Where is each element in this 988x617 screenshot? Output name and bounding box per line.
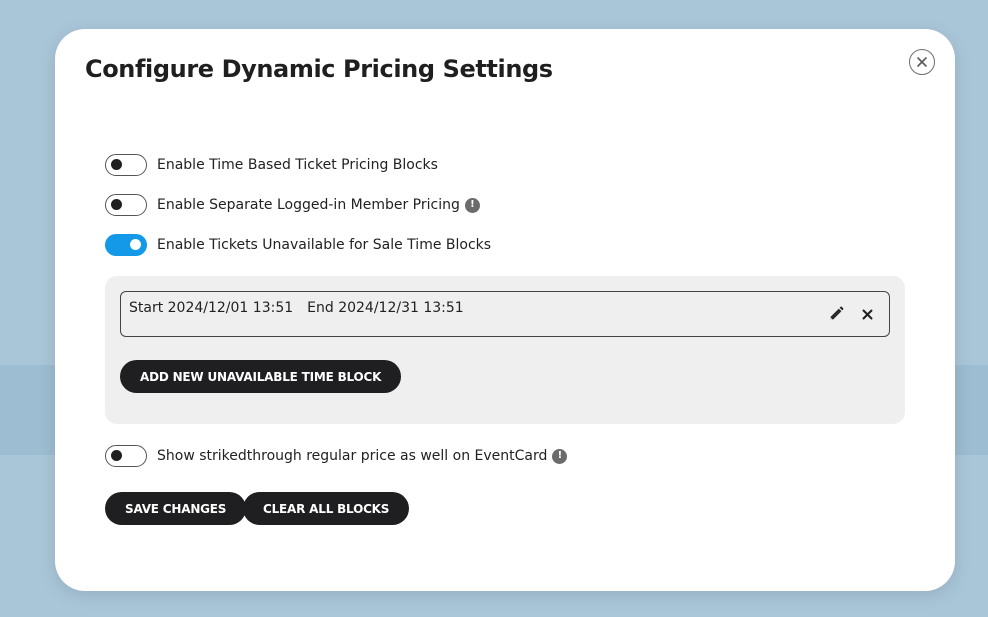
toggle-knob [130,239,141,250]
clear-all-blocks-button[interactable]: CLEAR ALL BLOCKS [243,492,410,525]
add-unavailable-time-block-button[interactable]: ADD NEW UNAVAILABLE TIME BLOCK [120,360,402,393]
unavailable-blocks-toggle[interactable] [105,234,147,256]
strikethrough-price-label: Show strikedthrough regular price as wel… [157,448,548,464]
unavailable-blocks-panel: Start 2024/12/01 13:51 End 2024/12/31 13:… [105,276,905,424]
member-pricing-row: Enable Separate Logged-in Member Pricing… [105,193,480,217]
time-block-start: Start 2024/12/01 13:51 [129,300,294,316]
time-block-item: Start 2024/12/01 13:51 End 2024/12/31 13:… [120,291,890,337]
strikethrough-price-row: Show strikedthrough regular price as wel… [105,444,568,468]
unavailable-blocks-label: Enable Tickets Unavailable for Sale Time… [157,237,492,253]
member-pricing-toggle[interactable] [105,194,147,216]
save-changes-button[interactable]: SAVE CHANGES [105,492,247,525]
x-icon [862,309,872,319]
time-block-end: End 2024/12/31 13:51 [307,300,464,316]
close-icon [917,57,927,67]
unavailable-blocks-row: Enable Tickets Unavailable for Sale Time… [105,233,491,257]
toggle-knob [111,450,122,461]
time-based-pricing-label: Enable Time Based Ticket Pricing Blocks [157,157,438,173]
modal-title: Configure Dynamic Pricing Settings [85,55,553,83]
close-button[interactable] [909,49,935,75]
toggle-knob [111,159,122,170]
time-based-pricing-row: Enable Time Based Ticket Pricing Blocks [105,153,438,177]
edit-time-block-button[interactable] [827,305,845,323]
strikethrough-price-toggle[interactable] [105,445,147,467]
member-pricing-label: Enable Separate Logged-in Member Pricing [157,197,460,213]
dynamic-pricing-modal: Configure Dynamic Pricing Settings Enabl… [55,29,955,591]
remove-time-block-button[interactable] [859,306,875,322]
pencil-icon [830,306,844,320]
info-icon[interactable]: ! [464,197,480,213]
time-block-range: Start 2024/12/01 13:51 End 2024/12/31 13:… [129,300,464,316]
info-icon[interactable]: ! [552,448,568,464]
toggle-knob [111,199,122,210]
time-based-pricing-toggle[interactable] [105,154,147,176]
